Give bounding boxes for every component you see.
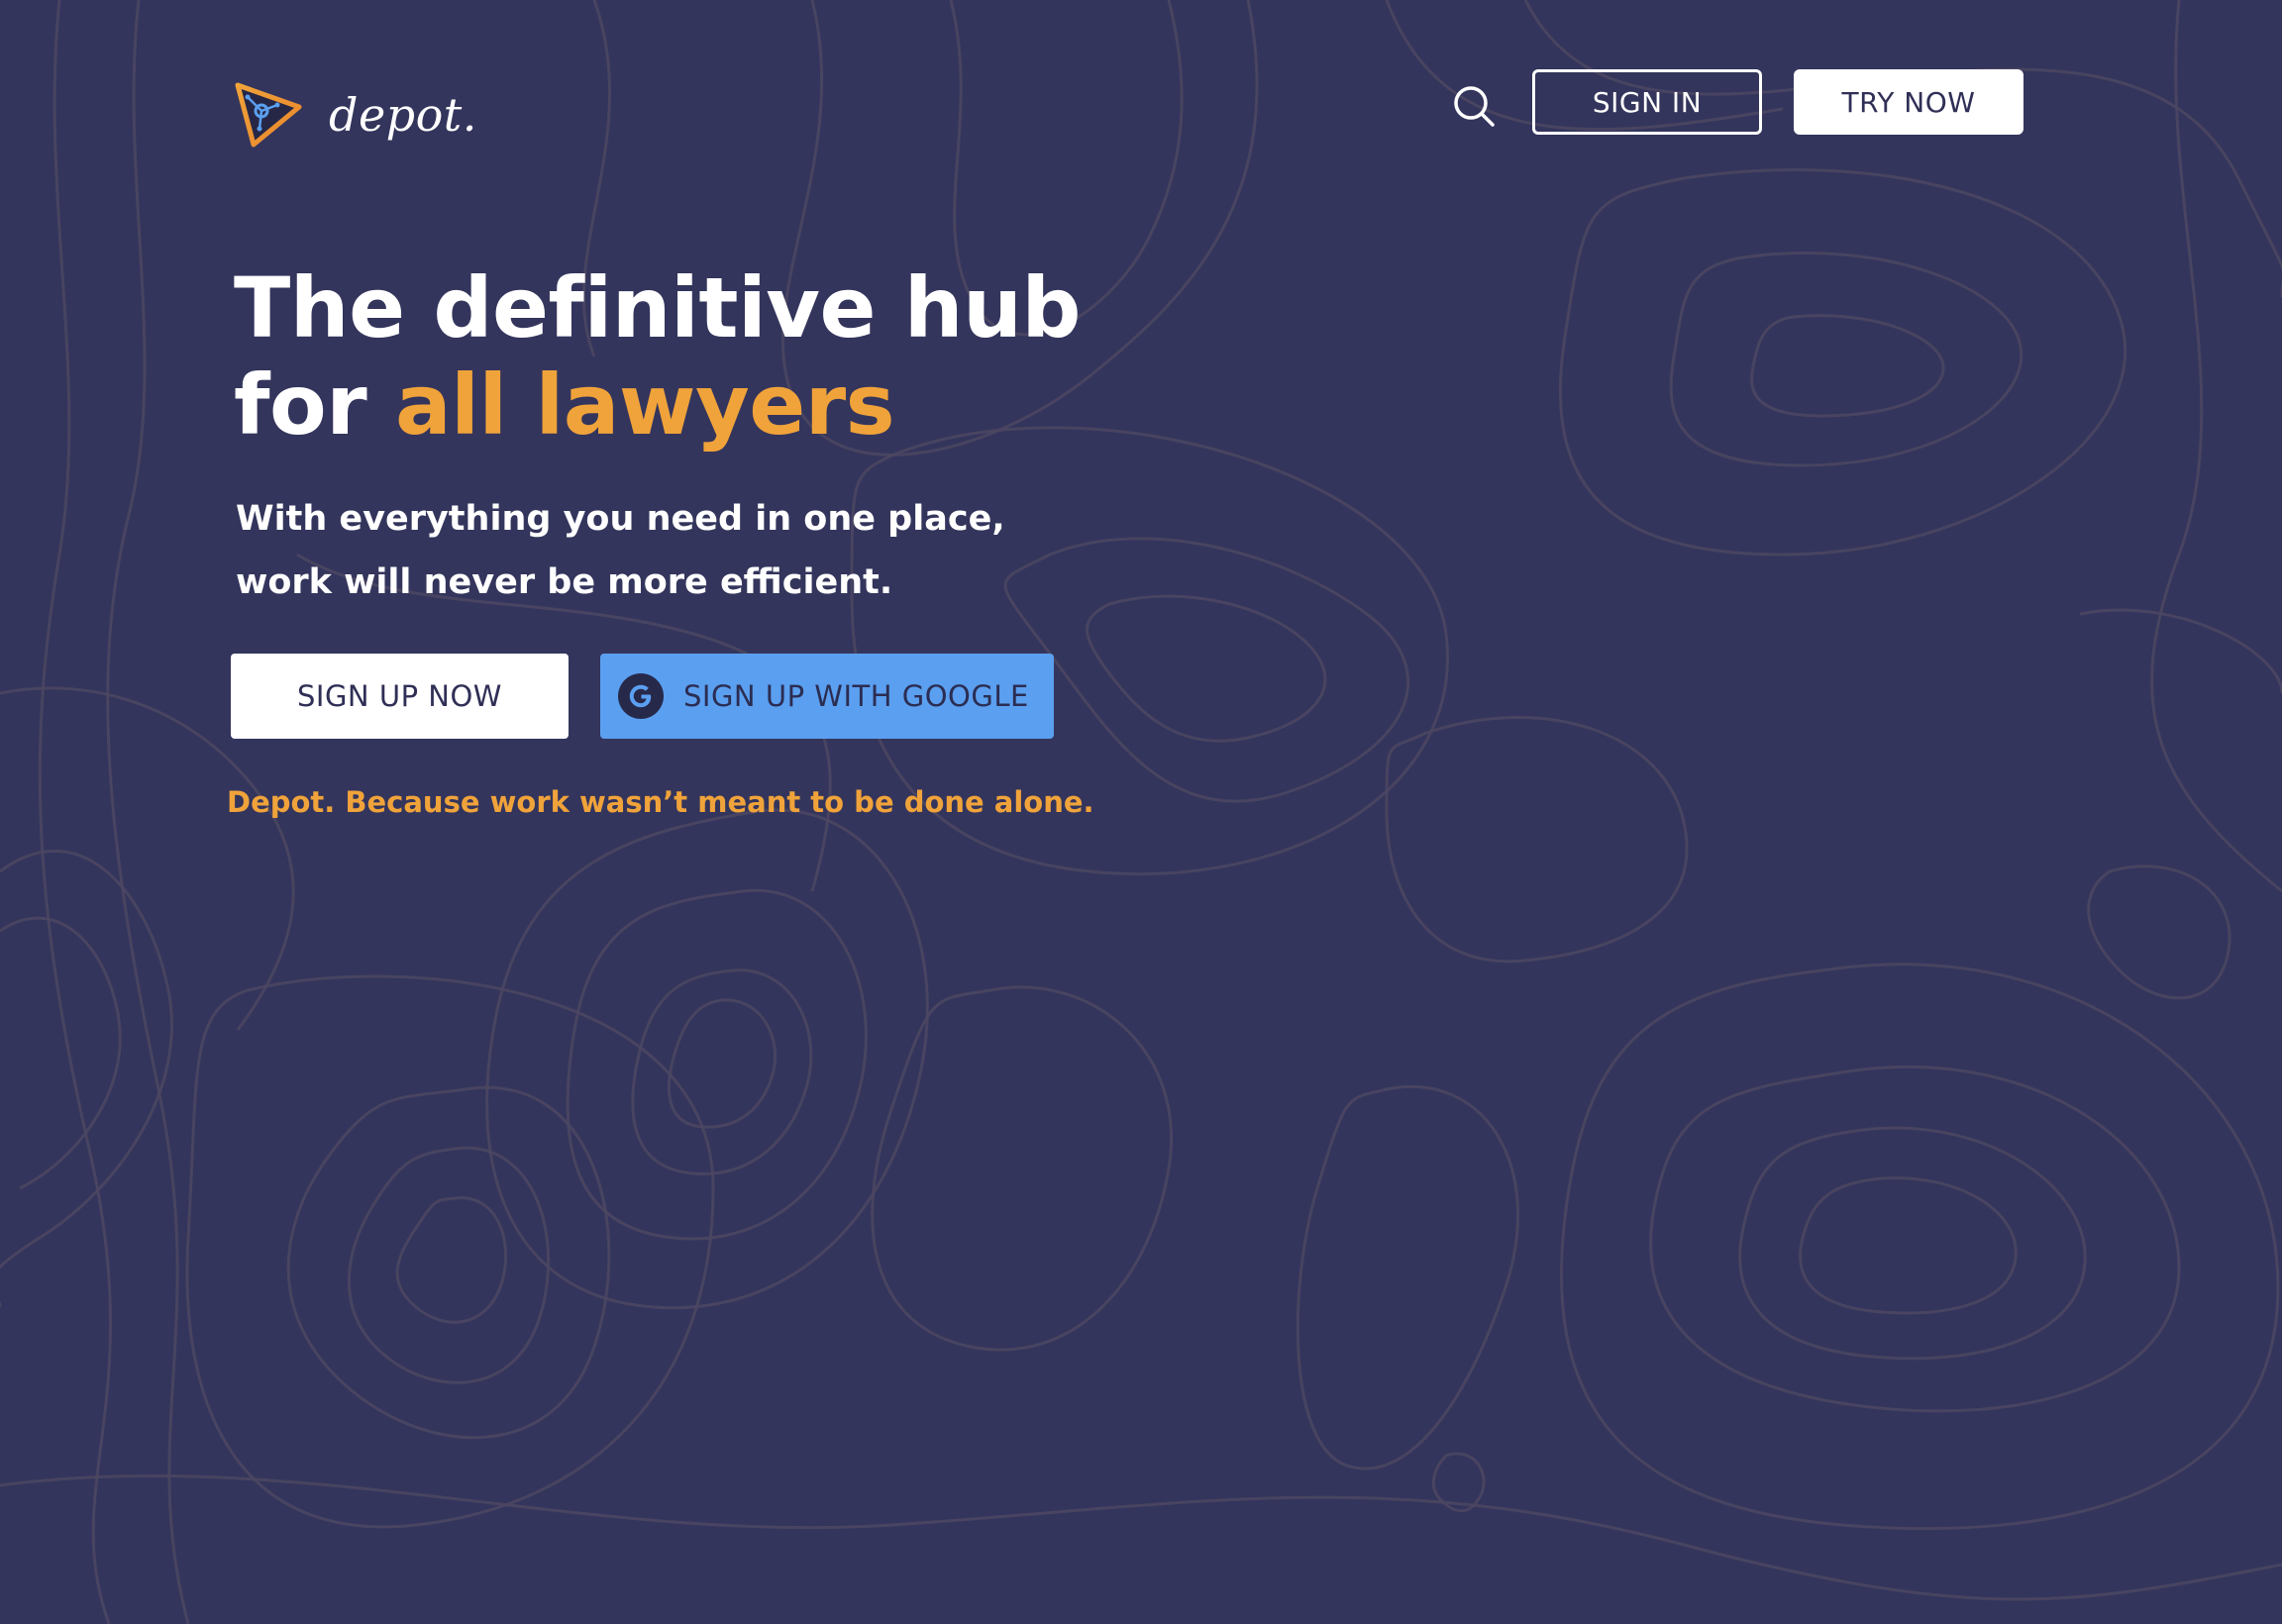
search-icon[interactable] (1450, 82, 1498, 130)
sign-up-with-google-button[interactable]: SIGN UP WITH GOOGLE (600, 654, 1054, 739)
triangle-network-logo-icon (235, 82, 302, 148)
tagline: Depot. Because work wasn’t meant to be d… (227, 785, 1094, 819)
brand-logo[interactable]: depot. (232, 75, 477, 154)
landing-page: depot. SIGN IN TRY NOW The definitive hu… (0, 0, 2282, 1624)
sign-up-now-button[interactable]: SIGN UP NOW (231, 654, 569, 739)
try-now-button[interactable]: TRY NOW (1794, 69, 2023, 135)
hero-subheading: With everything you need in one place, w… (236, 487, 1127, 614)
headline-accent: all lawyers (394, 356, 895, 454)
headline-line-1: The definitive hub (234, 259, 1082, 356)
subheading-line-2: work will never be more efficient. (236, 562, 893, 602)
brand-name: depot. (329, 88, 477, 142)
headline-line-2-prefix: for (234, 356, 395, 454)
hero-headline: The definitive hub for all lawyers (234, 259, 1082, 454)
subheading-line-1: With everything you need in one place, (236, 499, 1005, 539)
google-g-icon (618, 673, 664, 719)
google-button-label: SIGN UP WITH GOOGLE (683, 679, 1029, 713)
sign-in-button[interactable]: SIGN IN (1532, 69, 1762, 135)
